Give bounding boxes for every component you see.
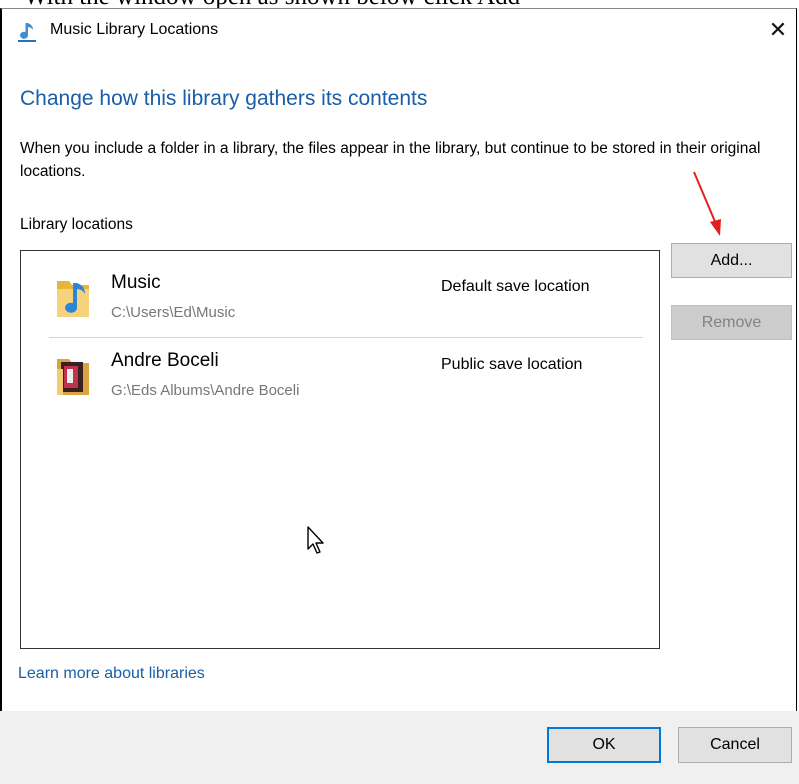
page-caption: With the window open as shown below clic… [24, 0, 520, 8]
music-folder-icon [57, 281, 89, 317]
page-heading: Change how this library gathers its cont… [20, 87, 428, 110]
close-button[interactable]: ✕ [764, 17, 792, 45]
caption-clip: With the window open as shown below clic… [0, 0, 799, 8]
window-title: Music Library Locations [50, 21, 219, 38]
album-folder-icon [57, 359, 89, 395]
annotation-arrow-icon [693, 171, 721, 236]
add-button[interactable]: Add... [671, 243, 792, 278]
music-note-icon [18, 23, 36, 42]
description-text: When you include a folder in a library, … [20, 140, 761, 180]
location-name: Andre Boceli [111, 350, 219, 371]
learn-more-link[interactable]: Learn more about libraries [18, 665, 205, 683]
location-name: Music [111, 272, 161, 293]
ok-button[interactable]: OK [547, 727, 661, 763]
location-status: Default save location [441, 278, 590, 295]
library-locations-label: Library locations [20, 216, 133, 233]
list-item-andre-boceli[interactable]: Andre Boceli G:\Eds Albums\Andre Boceli … [49, 339, 643, 415]
mouse-cursor-icon [307, 526, 324, 554]
location-path: C:\Users\Ed\Music [111, 304, 236, 321]
cancel-button[interactable]: Cancel [678, 727, 792, 763]
location-status: Public save location [441, 356, 583, 373]
list-item-music[interactable]: Music C:\Users\Ed\Music Default save loc… [49, 261, 643, 338]
location-path: G:\Eds Albums\Andre Boceli [111, 382, 300, 399]
title-bar[interactable]: Music Library Locations ✕ [2, 9, 796, 55]
library-locations-list[interactable]: Music C:\Users\Ed\Music Default save loc… [20, 250, 660, 649]
remove-button[interactable]: Remove [671, 305, 792, 340]
